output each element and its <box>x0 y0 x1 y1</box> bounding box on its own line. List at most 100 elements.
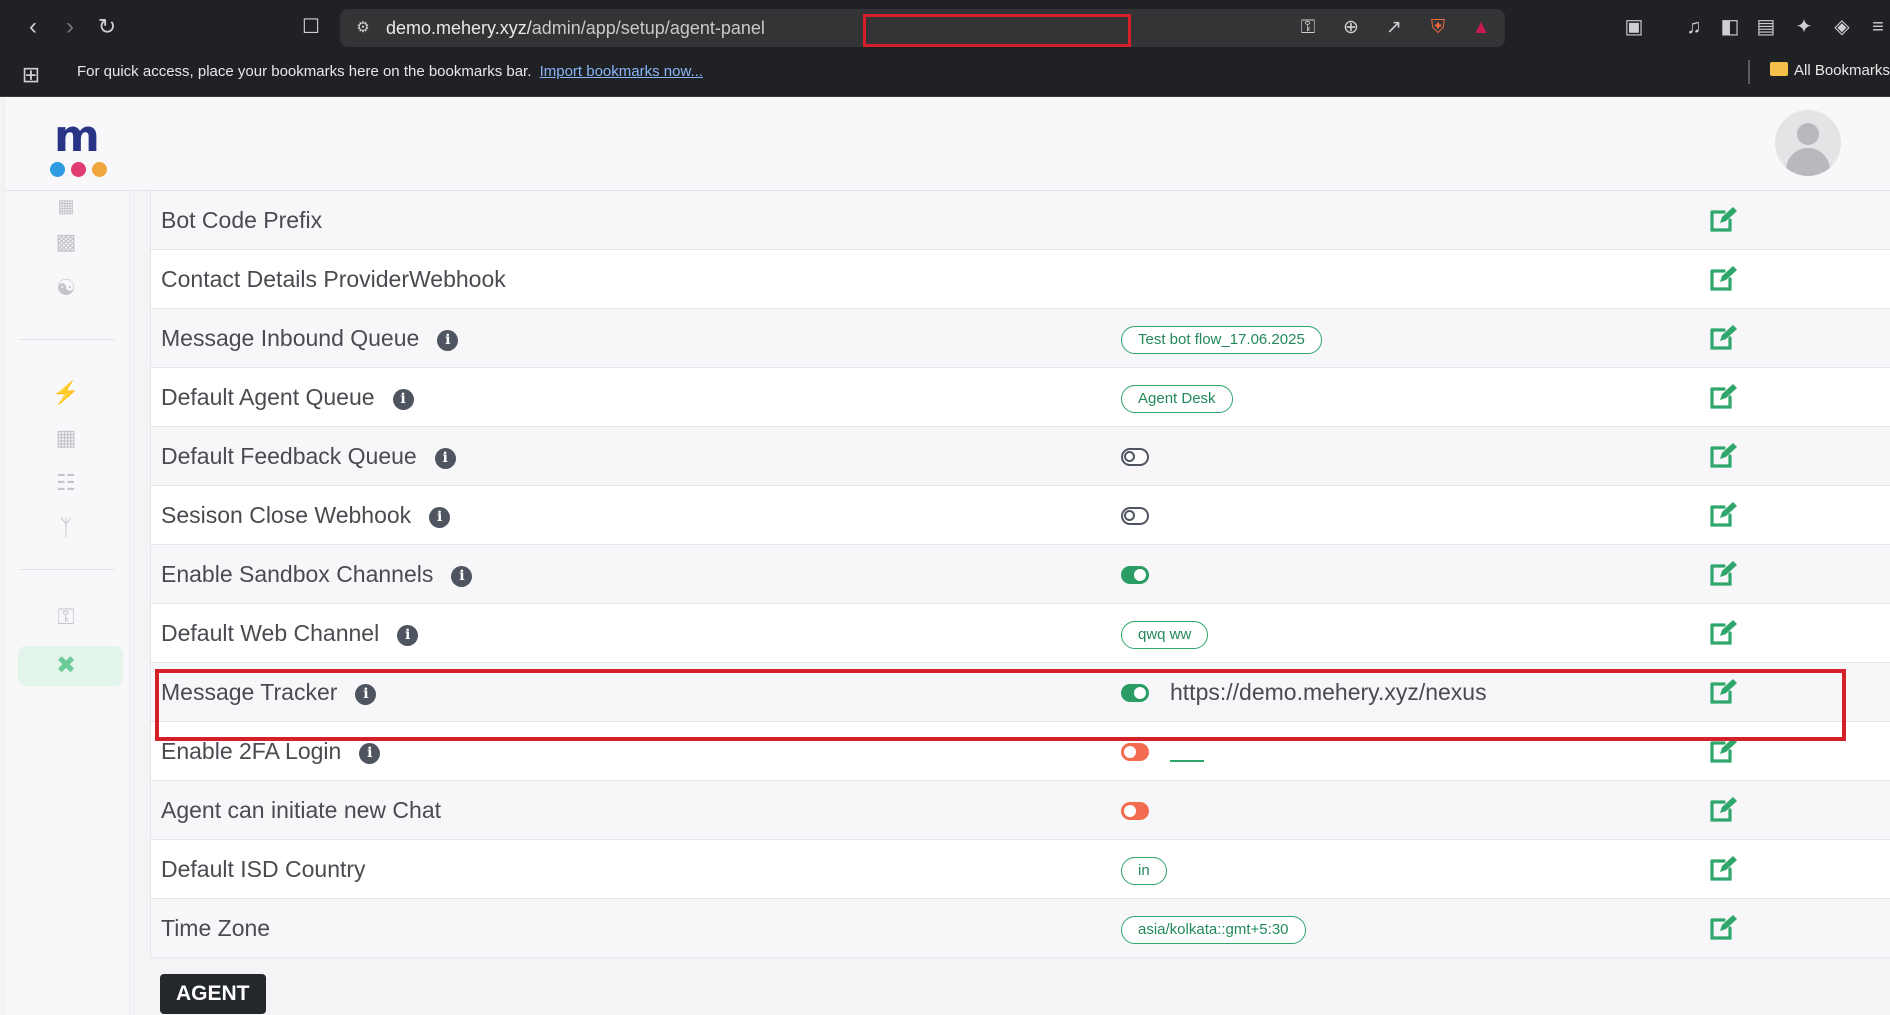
setting-row: Default Agent Queue i Agent Desk <box>151 368 1890 427</box>
setting-label: Contact Details ProviderWebhook <box>161 266 506 293</box>
site-settings-icon[interactable]: ⚙ <box>350 15 376 41</box>
edit-icon[interactable] <box>1708 265 1738 293</box>
import-bookmarks-link[interactable]: Import bookmarks now... <box>540 63 703 80</box>
setting-row: Agent can initiate new Chat <box>151 781 1890 840</box>
agent-section-button[interactable]: AGENT <box>160 974 266 1014</box>
info-icon[interactable]: i <box>437 330 459 351</box>
info-icon[interactable]: i <box>359 743 381 764</box>
toggle-switch-warn[interactable] <box>1121 802 1149 820</box>
setting-label-text: Message Inbound Queue <box>161 325 420 351</box>
app-header: m <box>5 97 1890 191</box>
empty-value-dash <box>1170 760 1204 762</box>
branch-icon[interactable]: ᛉ <box>51 513 81 543</box>
address-bar[interactable]: ⚙ demo.mehery.xyz/admin/app/setup/agent-… <box>340 9 1505 47</box>
value-badge: Test bot flow_17.06.2025 <box>1121 326 1322 354</box>
apps-grid-icon[interactable]: ⊞ <box>18 62 44 88</box>
back-icon[interactable]: ‹ <box>18 12 48 42</box>
bookmarks-prompt-text: For quick access, place your bookmarks h… <box>77 63 532 80</box>
user-avatar[interactable] <box>1775 110 1841 176</box>
setting-label: Enable Sandbox Channels i <box>161 561 473 588</box>
share-icon[interactable]: ↗ <box>1381 15 1407 41</box>
toggle-switch-warn[interactable] <box>1121 743 1149 761</box>
avatar-head <box>1797 123 1819 145</box>
info-icon[interactable]: i <box>429 507 451 528</box>
setting-label-text: Default Web Channel <box>161 620 380 646</box>
tools-icon[interactable]: ✖ <box>51 651 81 681</box>
setting-label-text: Default Agent Queue <box>161 384 375 410</box>
toggle-switch-off[interactable] <box>1121 448 1149 466</box>
media-icon[interactable]: ♫ <box>1680 13 1708 41</box>
setting-row: Message Inbound Queue i Test bot flow_17.0… <box>151 309 1890 368</box>
setting-row: Default Web Channel i qwq ww <box>151 604 1890 663</box>
edit-icon[interactable] <box>1708 206 1738 234</box>
setting-label: Default Agent Queue i <box>161 384 414 411</box>
vpn-icon[interactable]: ◈ <box>1828 13 1856 41</box>
all-bookmarks-button[interactable]: All Bookmarks <box>1770 62 1890 79</box>
bookmark-icon[interactable]: ☐ <box>296 12 326 42</box>
setting-label-text: Enable 2FA Login <box>161 738 342 764</box>
edit-icon[interactable] <box>1708 914 1738 942</box>
users-settings-icon[interactable]: ☯ <box>51 273 81 303</box>
setting-label: Message Inbound Queue i <box>161 325 459 352</box>
edit-icon[interactable] <box>1708 678 1738 706</box>
setting-row: Contact Details ProviderWebhook <box>151 250 1890 309</box>
toggle-switch-off[interactable] <box>1121 507 1149 525</box>
screenshot-icon[interactable]: ▣ <box>1620 13 1648 41</box>
zoom-icon[interactable]: ⊕ <box>1338 15 1364 41</box>
key-icon[interactable]: ⚿ <box>51 602 81 632</box>
info-icon[interactable]: i <box>451 566 473 587</box>
info-icon[interactable]: i <box>397 625 419 646</box>
logo-letter: m <box>54 111 100 162</box>
info-icon[interactable]: i <box>355 684 377 705</box>
settings-table: Bot Code Prefix Contact Details ProviderW… <box>150 191 1890 958</box>
reload-icon[interactable]: ↻ <box>92 12 122 42</box>
edit-icon[interactable] <box>1708 501 1738 529</box>
wallet-icon[interactable]: ▤ <box>1752 13 1780 41</box>
building-icon[interactable]: ▩ <box>51 227 81 257</box>
edit-icon[interactable] <box>1708 796 1738 824</box>
bookmarks-prompt: For quick access, place your bookmarks h… <box>77 63 703 80</box>
edit-icon[interactable] <box>1708 442 1738 470</box>
brave-shield-icon[interactable]: ⛨ <box>1425 15 1451 41</box>
value-badge: qwq ww <box>1121 621 1209 649</box>
rewards-icon[interactable]: ▲ <box>1468 15 1494 41</box>
url-path: admin/app/setup/agent-panel <box>531 18 765 38</box>
leo-ai-icon[interactable]: ✦ <box>1790 13 1818 41</box>
setting-label: Enable 2FA Login i <box>161 738 381 765</box>
setting-row: Bot Code Prefix <box>151 191 1890 250</box>
setting-label: Default Feedback Queue i <box>161 443 456 470</box>
setting-row: Message Tracker i https://demo.mehery.xyz/… <box>151 663 1890 722</box>
edit-icon[interactable] <box>1708 560 1738 588</box>
dashboard-icon[interactable]: ▦ <box>51 423 81 453</box>
setting-row: Default Feedback Queue i <box>151 427 1890 486</box>
forward-icon[interactable]: › <box>55 12 85 42</box>
setting-label-text: Default Feedback Queue <box>161 443 417 469</box>
value-badge: in <box>1121 857 1167 885</box>
edit-icon[interactable] <box>1708 619 1738 647</box>
browser-toolbar: ‹ › ↻ ☐ ⚙ demo.mehery.xyz/admin/app/setu… <box>0 0 1890 55</box>
setting-label-text: Agent can initiate new Chat <box>161 797 442 823</box>
info-icon[interactable]: i <box>392 389 414 410</box>
edit-icon[interactable] <box>1708 324 1738 352</box>
setting-label-text: Default ISD Country <box>161 856 366 882</box>
calendar-icon[interactable]: ☷ <box>51 468 81 498</box>
app-logo[interactable]: m <box>50 111 110 177</box>
url-text[interactable]: demo.mehery.xyz/admin/app/setup/agent-pa… <box>386 18 765 39</box>
toggle-switch-on[interactable] <box>1121 684 1149 702</box>
url-highlight-box <box>863 14 1131 47</box>
setting-label-text: Message Tracker <box>161 679 338 705</box>
setting-label-text: Enable Sandbox Channels <box>161 561 434 587</box>
plug-icon[interactable]: ⚡ <box>51 378 81 408</box>
logo-dot-blue <box>50 162 65 177</box>
edit-icon[interactable] <box>1708 383 1738 411</box>
menu-icon[interactable]: ≡ <box>1864 13 1890 41</box>
info-icon[interactable]: i <box>434 448 456 469</box>
key-icon[interactable]: ⚿ <box>1295 15 1321 41</box>
setting-row: Default ISD Country in <box>151 840 1890 899</box>
sidebar-icon[interactable]: ◧ <box>1716 13 1744 41</box>
main-content: Bot Code Prefix Contact Details ProviderW… <box>130 191 1890 1015</box>
grid-table-icon[interactable]: ▦ <box>51 191 81 221</box>
toggle-switch-on[interactable] <box>1121 566 1149 584</box>
edit-icon[interactable] <box>1708 855 1738 883</box>
edit-icon[interactable] <box>1708 737 1738 765</box>
